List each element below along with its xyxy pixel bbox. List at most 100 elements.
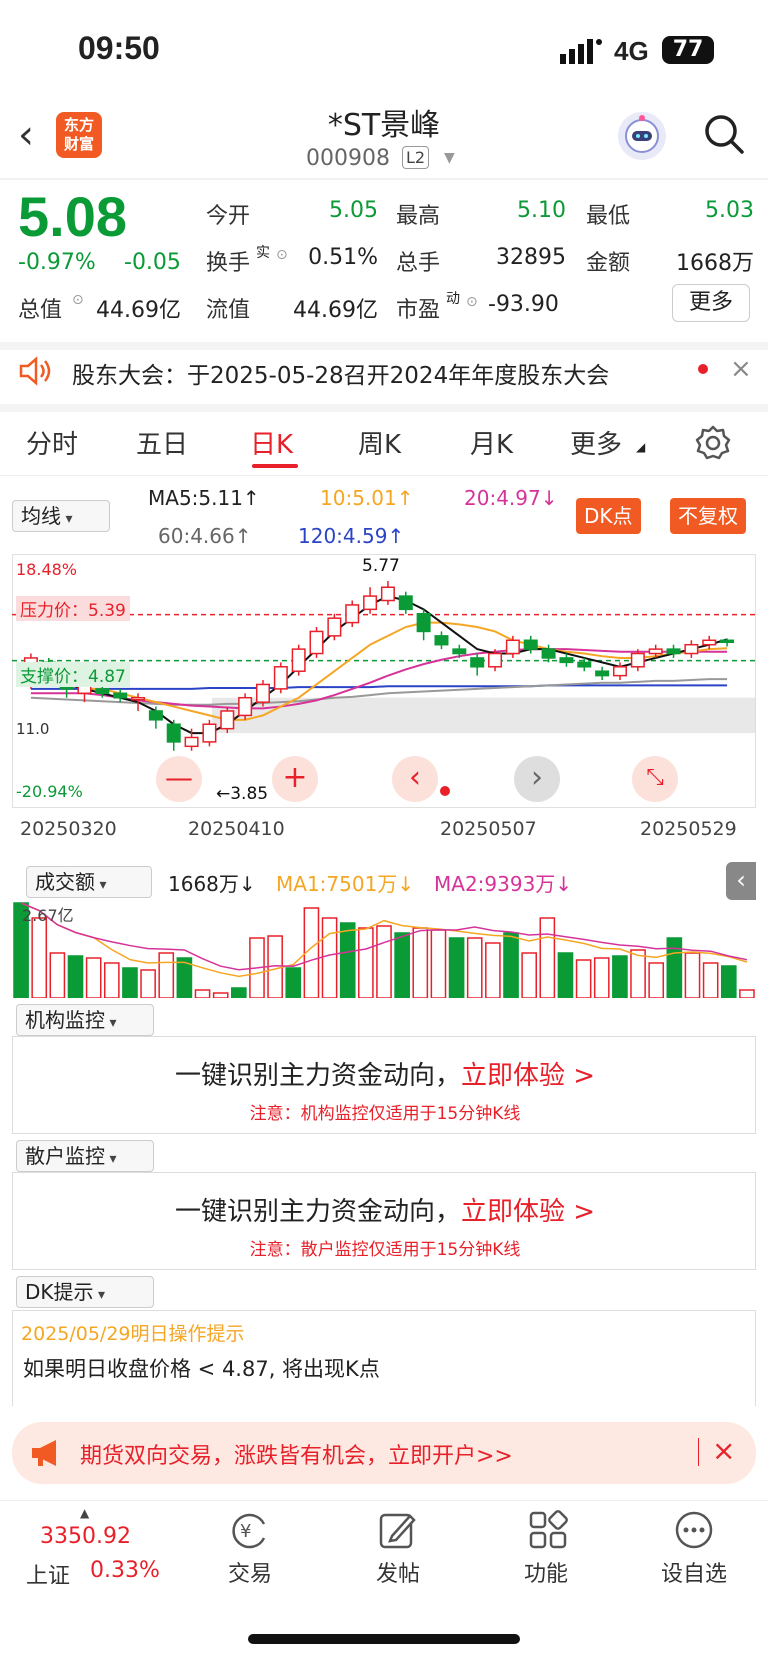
institution-monitor-selector[interactable]: 机构监控 xyxy=(16,1004,154,1036)
candle-body xyxy=(488,652,503,668)
candle-body xyxy=(238,696,253,717)
candle-body xyxy=(148,710,163,721)
high-mark: 5.77 xyxy=(362,556,400,576)
top-percent: 18.48% xyxy=(16,560,78,579)
volume-bar xyxy=(376,925,392,998)
grid-icon[interactable] xyxy=(528,1510,568,1550)
candle-body xyxy=(684,643,699,655)
tab-five-day[interactable]: 五日 xyxy=(136,424,188,461)
support-price: 支撑价：4.87 xyxy=(16,662,130,687)
volume-bar xyxy=(67,955,84,998)
volume-bar xyxy=(466,937,483,998)
tab-more[interactable]: 更多 xyxy=(570,424,622,461)
volume-bar xyxy=(575,959,592,998)
institution-monitor-card[interactable]: 一键识别主力资金动向，立即体验 > 注意：机构监控仅适用于15分钟K线 xyxy=(12,1036,756,1134)
ma-selector[interactable]: 均线 xyxy=(12,500,110,532)
volume-bar xyxy=(285,967,302,998)
nav-functions[interactable]: 功能 xyxy=(496,1556,596,1588)
volume-bar xyxy=(394,932,410,998)
retail-monitor-card[interactable]: 一键识别主力资金动向，立即体验 > 注意：散户监控仅适用于15分钟K线 xyxy=(12,1172,756,1270)
volume-chart xyxy=(13,902,755,998)
retail-monitor-selector[interactable]: 散户监控 xyxy=(16,1140,154,1172)
volume-bar xyxy=(103,962,120,998)
chevron-down-icon[interactable]: ▼ xyxy=(444,150,455,166)
tab-monthly-k[interactable]: 月K xyxy=(470,424,513,461)
zoom-in-button[interactable]: + xyxy=(272,756,318,802)
dk-text: 如果明日收盘价格 < 4.87, 将出现K点 xyxy=(23,1357,380,1381)
volume-bar xyxy=(140,969,156,998)
volume-selector[interactable]: 成交额 xyxy=(26,866,152,898)
volatility-band xyxy=(212,697,756,734)
signal-icon xyxy=(560,39,602,64)
volume-bar xyxy=(231,987,247,998)
zoom-out-button[interactable]: — xyxy=(156,756,202,802)
tab-intraday[interactable]: 分时 xyxy=(26,424,78,461)
nav-post[interactable]: 发帖 xyxy=(348,1556,448,1588)
prev-button[interactable]: ‹ xyxy=(392,756,438,802)
stock-code: 000908 xyxy=(306,146,390,171)
caret-icon: ◢ xyxy=(636,440,646,454)
promo-text[interactable]: 期货双向交易，涨跌皆有机会，立即开户>> xyxy=(80,1438,513,1470)
dk-hint-selector[interactable]: DK提示 xyxy=(16,1276,154,1308)
volume-bar xyxy=(630,949,646,998)
megaphone-icon xyxy=(32,1440,56,1466)
low-value: 5.03 xyxy=(705,198,754,223)
open-label: 今开 xyxy=(206,204,251,229)
tab-daily-k[interactable]: 日K xyxy=(250,424,293,461)
fullscreen-icon[interactable]: ⤡ xyxy=(632,756,678,802)
close-icon[interactable]: × xyxy=(712,1434,735,1467)
volume-bar xyxy=(31,917,48,998)
info-icon[interactable]: ⊙ xyxy=(466,294,478,310)
volume-bar xyxy=(85,957,102,998)
candle-body xyxy=(434,635,449,646)
level2-badge[interactable]: L2 xyxy=(402,146,430,169)
home-indicator xyxy=(248,1634,520,1644)
index-name[interactable]: 上证 xyxy=(26,1558,70,1590)
candle-body xyxy=(541,648,556,659)
nav-trade[interactable]: 交易 xyxy=(200,1556,300,1588)
search-icon[interactable] xyxy=(702,112,746,156)
low-label: 最低 xyxy=(586,204,631,229)
candle-body xyxy=(595,670,610,677)
candle-body xyxy=(523,639,538,650)
turnover-value: 0.51% xyxy=(308,245,378,270)
volume-bar xyxy=(194,989,211,998)
edit-icon[interactable] xyxy=(378,1510,418,1550)
page-dot xyxy=(440,786,450,796)
date-label: 20250529 xyxy=(640,818,737,840)
date-label: 20250410 xyxy=(188,818,285,840)
index-percent[interactable]: 0.33% xyxy=(90,1558,160,1583)
pressure-price: 压力价：5.39 xyxy=(16,596,130,621)
pe-value: -93.90 xyxy=(488,292,559,317)
unread-dot xyxy=(698,364,708,374)
high-label: 最高 xyxy=(396,204,441,229)
volume-bar xyxy=(430,929,447,998)
card-note: 注意：散户监控仅适用于15分钟K线 xyxy=(249,1240,521,1260)
info-icon[interactable]: ⊙ xyxy=(276,247,288,263)
collapse-panel-icon[interactable]: ‹ xyxy=(726,862,756,900)
robot-assistant-icon[interactable] xyxy=(618,112,666,160)
more-dots-icon[interactable] xyxy=(674,1510,714,1550)
trade-icon[interactable]: ¥ xyxy=(228,1510,272,1550)
close-icon[interactable]: × xyxy=(730,354,752,384)
volume-value: 32895 xyxy=(496,245,566,270)
more-quote-button[interactable]: 更多 xyxy=(672,284,750,322)
no-adjust-button[interactable]: 不复权 xyxy=(670,498,746,534)
notice-text[interactable]: 股东大会：于2025-05-28召开2024年年度股东大会 xyxy=(72,356,609,390)
index-value[interactable]: 3350.92 xyxy=(40,1524,131,1549)
next-button[interactable]: › xyxy=(514,756,560,802)
amount-label: 金额 xyxy=(586,251,631,276)
change-percent: -0.97% xyxy=(18,250,96,275)
try-now-link[interactable]: 立即体验 > xyxy=(461,1197,595,1227)
dk-point-button[interactable]: DK点 xyxy=(576,498,641,534)
promo-banner[interactable]: 期货双向交易，涨跌皆有机会，立即开户>> × xyxy=(12,1422,756,1484)
volume-bar xyxy=(557,952,574,998)
tab-weekly-k[interactable]: 周K xyxy=(358,424,401,461)
gear-icon[interactable] xyxy=(694,424,732,462)
nav-add-watchlist[interactable]: 设自选 xyxy=(644,1556,744,1588)
try-now-link[interactable]: 立即体验 > xyxy=(461,1061,595,1091)
info-icon[interactable]: ⊙ xyxy=(72,292,84,308)
bottom-percent: -20.94% xyxy=(16,782,83,801)
volume-bar xyxy=(358,927,374,998)
candle-body xyxy=(345,604,360,624)
